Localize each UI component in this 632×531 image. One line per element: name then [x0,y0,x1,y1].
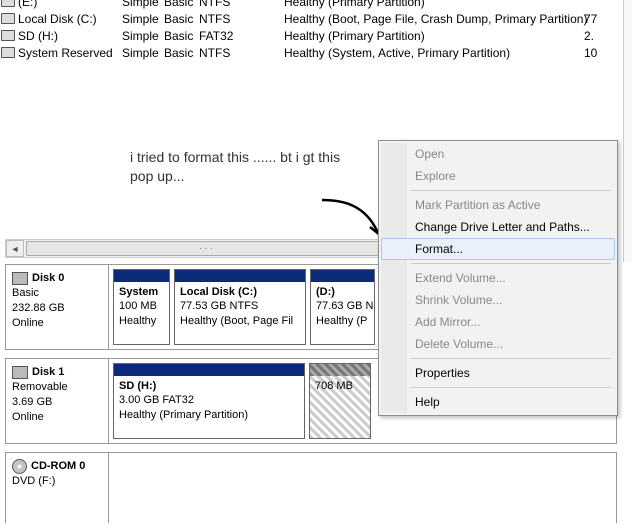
menu-item-open[interactable]: Open [381,143,615,165]
menu-item-delete[interactable]: Delete Volume... [381,333,615,355]
disk-status: Online [12,316,102,331]
user-annotation: i tried to format this ...... bt i gt th… [130,148,340,186]
annotation-line: pop up... [130,167,340,186]
partition-unallocated[interactable]: 708 MB [309,363,371,439]
disk-header[interactable]: Disk 1 Removable 3.69 GB Online [6,359,109,443]
annotation-line: i tried to format this ...... bt i gt th… [130,148,340,167]
menu-item-properties[interactable]: Properties [381,362,615,384]
menu-item-mark-active[interactable]: Mark Partition as Active [381,194,615,216]
disk-size: 232.88 GB [12,301,102,316]
vol-layout: Simple [122,29,164,43]
scroll-left-button[interactable]: ◄ [6,240,24,257]
partition[interactable]: System 100 MB Healthy [113,269,170,345]
part-size: 708 MB [315,379,365,393]
vol-name: Local Disk (C:) [16,12,122,26]
part-name: (D:) [316,285,369,299]
menu-item-extend[interactable]: Extend Volume... [381,267,615,289]
vol-layout: Simple [122,46,164,60]
vol-cap: 10 [584,46,604,60]
volume-icon [1,47,15,58]
table-row[interactable]: System Reserved Simple Basic NTFS Health… [0,44,632,61]
part-name: System [119,285,164,299]
partition[interactable]: (D:) 77.63 GB N Healthy (P [310,269,375,345]
menu-separator [411,358,611,359]
disk-header[interactable]: Disk 0 Basic 232.88 GB Online [6,265,109,349]
table-row[interactable]: (E:) Simple Basic NTFS Healthy (Primary … [0,0,632,10]
menu-item-explore[interactable]: Explore [381,165,615,187]
vol-status: Healthy (Primary Partition) [284,29,584,43]
vol-fs: NTFS [199,0,284,9]
disk-type: Basic [12,286,102,301]
menu-item-format[interactable]: Format... [381,238,615,260]
menu-separator [411,263,611,264]
part-status: Healthy (Primary Partition) [119,408,299,422]
part-status: Healthy [119,314,164,328]
disk-title: Disk 1 [32,365,64,380]
vol-type: Basic [164,29,199,43]
vol-layout: Simple [122,12,164,26]
disk-size: 3.69 GB [12,395,102,410]
vol-fs: NTFS [199,46,284,60]
vol-type: Basic [164,0,199,9]
menu-item-shrink[interactable]: Shrink Volume... [381,289,615,311]
part-size: 77.63 GB N [316,299,369,313]
vol-status: Healthy (Primary Partition) [284,0,584,9]
vol-name: SD (H:) [16,29,122,43]
part-size: 3.00 GB FAT32 [119,393,299,407]
disk-icon [12,366,28,379]
disk-title: CD-ROM 0 [31,459,85,474]
vol-cap: 77 [584,12,604,26]
menu-item-help[interactable]: Help [381,391,615,413]
vol-type: Basic [164,12,199,26]
volumes-list: (E:) Simple Basic NTFS Healthy (Primary … [0,0,632,61]
volume-icon [1,0,15,7]
disk-row: CD-ROM 0 DVD (F:) [5,452,617,523]
vol-layout: Simple [122,0,164,9]
vol-type: Basic [164,46,199,60]
table-row[interactable]: SD (H:) Simple Basic FAT32 Healthy (Prim… [0,27,632,44]
disk-type: Removable [12,380,102,395]
part-size: 77.53 GB NTFS [180,299,300,313]
disk-title: Disk 0 [32,271,64,286]
vol-cap: 2. [584,29,604,43]
vol-fs: NTFS [199,12,284,26]
part-status: Healthy (Boot, Page Fil [180,314,300,328]
part-size: 100 MB [119,299,164,313]
scrollbar-thumb[interactable]: ··· [26,241,388,256]
menu-separator [411,387,611,388]
disk-status: Online [12,410,102,425]
disk-type: DVD (F:) [12,474,102,489]
vol-fs: FAT32 [199,29,284,43]
cdrom-icon [12,459,27,474]
partition[interactable]: SD (H:) 3.00 GB FAT32 Healthy (Primary P… [113,363,305,439]
vol-name: (E:) [16,0,122,9]
volume-icon [1,13,15,24]
part-status: Healthy (P [316,314,369,328]
disk-icon [12,272,28,285]
context-menu: Open Explore Mark Partition as Active Ch… [378,140,618,416]
menu-item-change-letter[interactable]: Change Drive Letter and Paths... [381,216,615,238]
vol-status: Healthy (Boot, Page File, Crash Dump, Pr… [284,12,584,26]
vol-name: System Reserved [16,46,122,60]
vol-status: Healthy (System, Active, Primary Partiti… [284,46,584,60]
part-name: Local Disk (C:) [180,285,300,299]
part-name: SD (H:) [119,379,299,393]
table-row[interactable]: Local Disk (C:) Simple Basic NTFS Health… [0,10,632,27]
menu-item-add-mirror[interactable]: Add Mirror... [381,311,615,333]
menu-separator [411,190,611,191]
disk-header[interactable]: CD-ROM 0 DVD (F:) [6,453,109,523]
volume-icon [1,30,15,41]
partition[interactable]: Local Disk (C:) 77.53 GB NTFS Healthy (B… [174,269,306,345]
